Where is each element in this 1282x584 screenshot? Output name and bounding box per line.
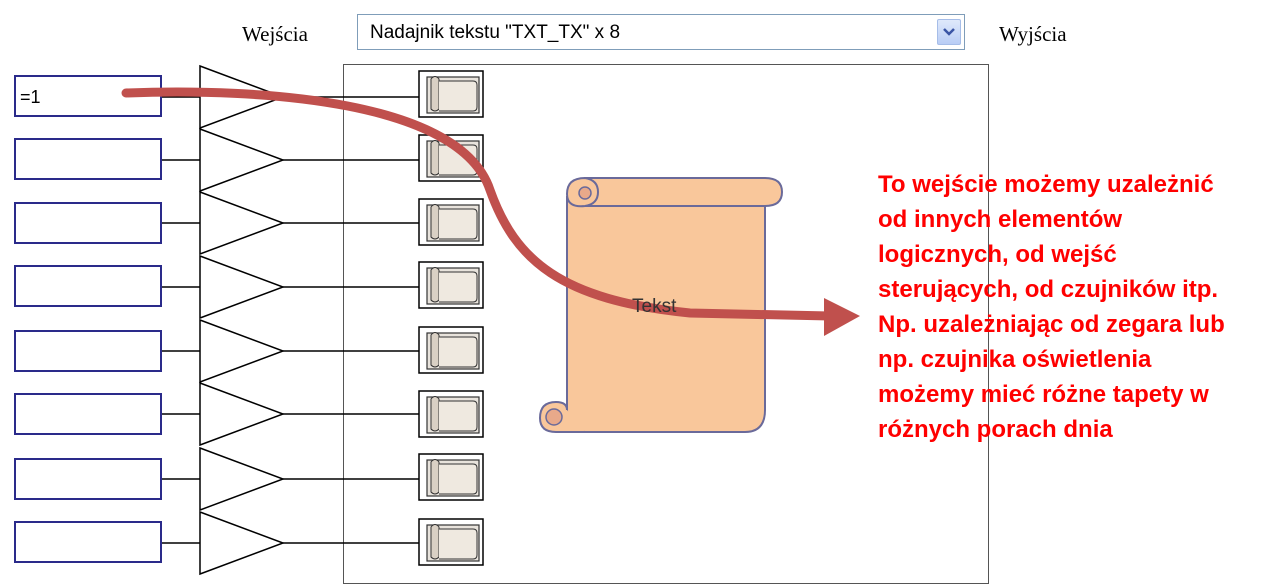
preview-label: Tekst xyxy=(632,296,677,317)
text-scroll-icon[interactable] xyxy=(418,326,484,374)
channel-row xyxy=(162,254,484,320)
buffer-gate-icon xyxy=(199,127,286,193)
channel-row xyxy=(162,381,484,447)
channel-row xyxy=(162,64,484,130)
text-scroll-icon[interactable] xyxy=(418,390,484,438)
text-scroll-icon[interactable] xyxy=(418,518,484,566)
channel-row xyxy=(162,190,484,256)
buffer-gate-icon xyxy=(199,190,286,256)
buffer-gate-icon xyxy=(199,254,286,320)
channel-row xyxy=(162,318,484,384)
buffer-gate-icon xyxy=(199,318,286,384)
buffer-gate-icon xyxy=(199,446,286,512)
channel-row xyxy=(162,510,484,576)
annotation-note: To wejście możemy uzależnić od innych el… xyxy=(878,171,1225,443)
buffer-gate-icon xyxy=(199,381,286,447)
buffer-gate-icon xyxy=(199,510,286,576)
text-scroll-icon[interactable] xyxy=(418,453,484,501)
text-scroll-icon[interactable] xyxy=(418,198,484,246)
channel-row xyxy=(162,446,484,512)
text-scroll-icon[interactable] xyxy=(418,261,484,309)
text-scroll-icon[interactable] xyxy=(418,70,484,118)
